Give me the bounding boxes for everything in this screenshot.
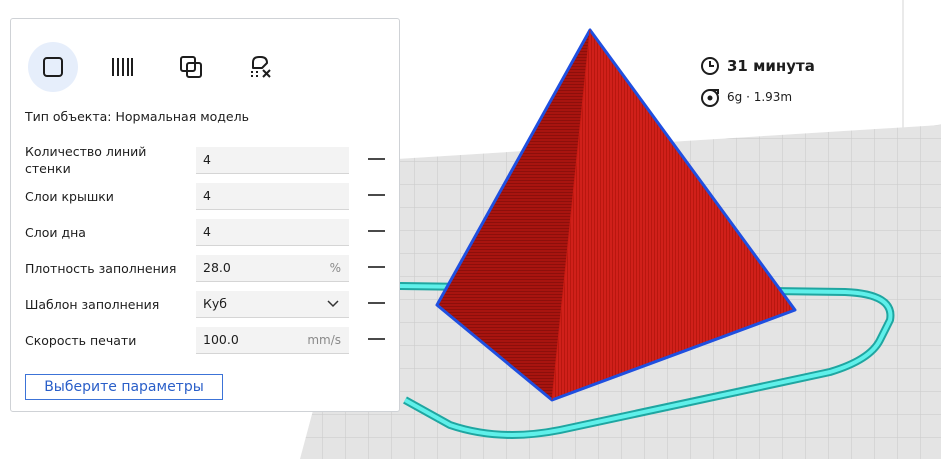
infill-density-unit: % [329, 261, 341, 275]
remove-setting-icon[interactable] [368, 338, 385, 340]
infill-density-label: Плотность заполнения [25, 261, 177, 276]
material-usage: 6g · 1.93m [727, 90, 793, 104]
normal-model-button[interactable] [28, 42, 78, 92]
wall-line-count-label: Количество линий стенки [25, 144, 147, 176]
bottom-layers-input[interactable]: 4 [196, 219, 349, 246]
select-settings-button[interactable]: Выберите параметры [25, 374, 223, 400]
remove-setting-icon[interactable] [368, 158, 385, 160]
per-model-settings-panel: Тип объекта: Нормальная модель Количеств… [10, 18, 400, 412]
setting-row-top-layers: Слои крышки 4 [11, 183, 399, 211]
normal-model-icon [43, 57, 63, 77]
setting-row-wall-line-count: Количество линий стенки 4 [11, 144, 399, 176]
support-blocker-icon [251, 56, 271, 78]
setting-row-infill-pattern: Шаблон заполнения Куб [11, 291, 399, 319]
remove-setting-icon[interactable] [368, 230, 385, 232]
setting-row-bottom-layers: Слои дна 4 [11, 219, 399, 247]
spool-icon [701, 89, 719, 107]
infill-density-input[interactable]: 28.0 % [196, 255, 349, 282]
infill-pattern-label: Шаблон заполнения [25, 297, 160, 312]
infill-pattern-select[interactable]: Куб [196, 291, 349, 318]
chevron-down-icon [327, 300, 339, 308]
support-mesh-button[interactable] [97, 42, 147, 92]
object-type-label: Тип объекта: Нормальная модель [25, 109, 249, 124]
top-layers-label: Слои крышки [25, 189, 114, 204]
infill-density-value: 28.0 [203, 260, 231, 275]
top-layers-input[interactable]: 4 [196, 183, 349, 210]
infill-pattern-value: Куб [203, 296, 227, 311]
wall-line-count-value: 4 [203, 152, 211, 167]
overlap-mesh-icon [180, 56, 202, 78]
setting-row-print-speed: Скорость печати 100.0 mm/s [11, 327, 399, 355]
print-time: 31 минута [727, 57, 815, 75]
print-speed-input[interactable]: 100.0 mm/s [196, 327, 349, 354]
setting-row-infill-density: Плотность заполнения 28.0 % [11, 255, 399, 283]
print-speed-unit: mm/s [307, 333, 341, 347]
bottom-layers-value: 4 [203, 224, 211, 239]
remove-setting-icon[interactable] [368, 194, 385, 196]
support-blocker-button[interactable] [235, 42, 285, 92]
support-mesh-icon [112, 58, 133, 76]
wall-line-count-input[interactable]: 4 [196, 147, 349, 174]
top-layers-value: 4 [203, 188, 211, 203]
overlap-mesh-button[interactable] [166, 42, 216, 92]
remove-setting-icon[interactable] [368, 302, 385, 304]
print-speed-value: 100.0 [203, 332, 239, 347]
clock-icon [701, 57, 719, 75]
print-speed-label: Скорость печати [25, 333, 137, 348]
remove-setting-icon[interactable] [368, 266, 385, 268]
bottom-layers-label: Слои дна [25, 225, 86, 240]
